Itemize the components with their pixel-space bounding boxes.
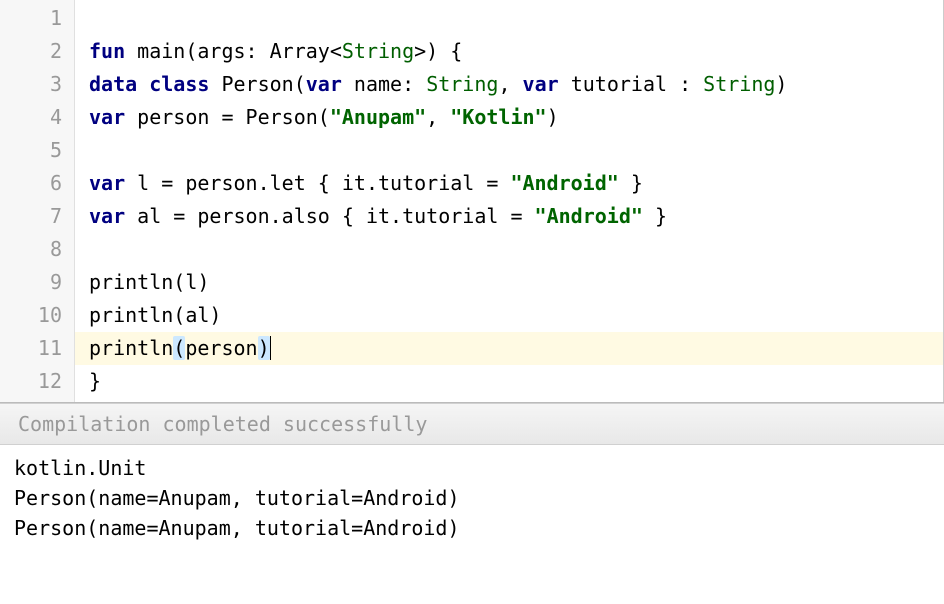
code-token: "Android" (535, 204, 643, 228)
code-token: String (426, 72, 498, 96)
line-number: 8 (0, 233, 62, 266)
code-token: var (89, 171, 125, 195)
code-token: name: (342, 72, 426, 96)
code-line[interactable]: println(al) (89, 299, 943, 332)
code-token: al = person.also { it.tutorial = (125, 204, 534, 228)
code-line[interactable] (89, 134, 943, 167)
output-line: Person(name=Anupam, tutorial=Android) (14, 513, 930, 543)
code-token: String (342, 39, 414, 63)
output-panel: kotlin.UnitPerson(name=Anupam, tutorial=… (0, 445, 944, 551)
code-token: "Kotlin" (450, 105, 546, 129)
code-token: , (498, 72, 522, 96)
line-number: 9 (0, 266, 62, 299)
line-number: 1 (0, 2, 62, 35)
code-token: println (89, 336, 173, 360)
code-editor[interactable]: 123456789101112 fun main(args: Array<Str… (0, 0, 944, 402)
line-number: 10 (0, 299, 62, 332)
code-token: "Android" (510, 171, 618, 195)
line-number: 4 (0, 101, 62, 134)
code-token: var (306, 72, 342, 96)
code-token: println(al) (89, 303, 221, 327)
code-token: >) { (414, 39, 462, 63)
line-number: 6 (0, 167, 62, 200)
code-area[interactable]: fun main(args: Array<String>) {data clas… (75, 0, 943, 402)
code-line[interactable] (89, 233, 943, 266)
code-token: ) (547, 105, 559, 129)
code-token: var (89, 105, 125, 129)
code-token: person = Person( (125, 105, 330, 129)
line-number: 12 (0, 365, 62, 398)
code-line[interactable]: } (89, 365, 943, 398)
code-line[interactable]: println(l) (89, 266, 943, 299)
code-token: "Anupam" (330, 105, 426, 129)
output-line: kotlin.Unit (14, 453, 930, 483)
code-token: tutorial : (559, 72, 704, 96)
status-bar: Compilation completed successfully (0, 403, 944, 445)
code-token: l = person.let { it.tutorial = (125, 171, 510, 195)
code-line[interactable] (89, 2, 943, 35)
code-token: , (426, 105, 450, 129)
code-token: } (89, 369, 101, 393)
code-token: ( (173, 336, 185, 360)
code-token: Person( (209, 72, 305, 96)
code-line[interactable]: var al = person.also { it.tutorial = "An… (89, 200, 943, 233)
code-token: } (619, 171, 643, 195)
code-token: main(args: Array< (125, 39, 342, 63)
code-token: String (703, 72, 775, 96)
code-token: var (523, 72, 559, 96)
status-message: Compilation completed successfully (18, 412, 427, 436)
line-number: 11 (0, 332, 62, 365)
line-number: 7 (0, 200, 62, 233)
code-token: ) (258, 336, 270, 360)
code-line[interactable]: data class Person(var name: String, var … (89, 68, 943, 101)
code-token: class (149, 72, 209, 96)
code-token: ) (775, 72, 787, 96)
caret (270, 336, 271, 360)
code-line[interactable]: var l = person.let { it.tutorial = "Andr… (89, 167, 943, 200)
output-line: Person(name=Anupam, tutorial=Android) (14, 483, 930, 513)
code-token (137, 72, 149, 96)
code-token: person (185, 336, 257, 360)
code-token: println(l) (89, 270, 209, 294)
line-number: 2 (0, 35, 62, 68)
code-token: } (643, 204, 667, 228)
code-token: var (89, 204, 125, 228)
line-number-gutter: 123456789101112 (0, 0, 75, 402)
line-number: 5 (0, 134, 62, 167)
code-line[interactable]: fun main(args: Array<String>) { (89, 35, 943, 68)
code-line[interactable]: var person = Person("Anupam", "Kotlin") (89, 101, 943, 134)
code-token: data (89, 72, 137, 96)
line-number: 3 (0, 68, 62, 101)
code-line[interactable]: println(person) (75, 332, 943, 365)
code-token: fun (89, 39, 125, 63)
